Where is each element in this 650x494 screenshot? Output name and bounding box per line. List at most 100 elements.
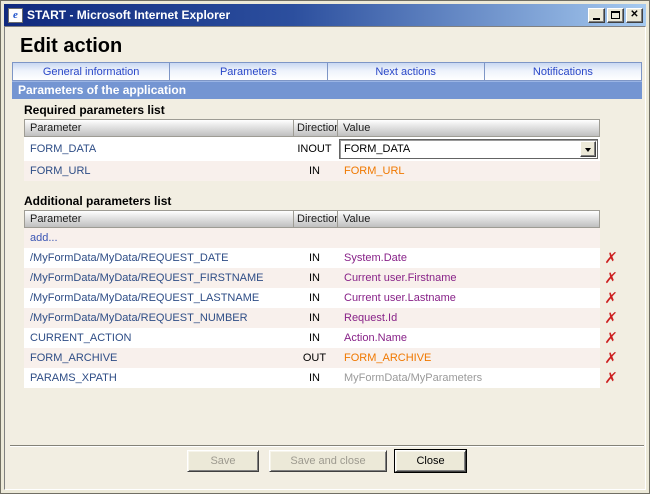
parameter-value: Current user.Lastname — [344, 292, 456, 304]
row-background: CURRENT_ACTIONIN Action.Name — [24, 328, 600, 348]
delete-parameter-icon[interactable]: ✗ — [599, 251, 623, 266]
table-header-row: ParameterDirectionValue — [24, 119, 600, 137]
parameter-direction: IN — [292, 312, 337, 324]
tab-notifications[interactable]: Notifications — [485, 63, 641, 80]
parameter-value-cell: FORM_ARCHIVE — [337, 352, 600, 364]
column-header-direction: Direction — [293, 211, 338, 227]
required-list-heading: Required parameters list — [24, 103, 165, 117]
table-row-myformdata-mydata-request-number: /MyFormData/MyData/REQUEST_NUMBERIN Reque… — [24, 308, 622, 328]
column-header-direction: Direction — [293, 120, 338, 136]
titlebar[interactable]: e START - Microsoft Internet Explorer ✕ — [4, 4, 646, 26]
parameter-value-cell: FORM_DATA — [337, 137, 600, 161]
page-title: Edit action — [20, 35, 122, 58]
parameter-name: PARAMS_XPATH — [24, 372, 292, 384]
row-background: FORM_ARCHIVEOUTFORM_ARCHIVE — [24, 348, 600, 368]
page-content: Edit action General informationParameter… — [4, 26, 646, 490]
close-window-button[interactable]: ✕ — [626, 8, 643, 23]
maximize-button[interactable] — [607, 8, 624, 23]
parameter-value: System.Date — [344, 252, 407, 264]
parameter-name: FORM_URL — [24, 165, 292, 177]
parameter-value-cell: Request.Id — [337, 312, 600, 324]
column-header-value: Value — [338, 211, 599, 227]
parameter-value: FORM_URL — [344, 165, 405, 177]
required-parameters-table: ParameterDirectionValueFORM_DATAINOUTFOR… — [24, 119, 622, 181]
browser-window: e START - Microsoft Internet Explorer ✕ … — [0, 0, 650, 494]
delete-parameter-icon[interactable]: ✗ — [599, 331, 623, 346]
parameter-value-cell: Current user.Lastname — [337, 292, 600, 304]
table-row-myformdata-mydata-request-firstname: /MyFormData/MyData/REQUEST_FIRSTNAMEIN Cu… — [24, 268, 622, 288]
ie-page-icon: e — [8, 8, 23, 23]
table-row-params-xpath: PARAMS_XPATHIN MyFormData/MyParameters ✗ — [24, 368, 622, 388]
parameter-value: Action.Name — [344, 332, 407, 344]
parameter-value-cell: MyFormData/MyParameters — [337, 372, 600, 384]
row-background: add... — [24, 228, 600, 248]
parameter-value-cell: System.Date — [337, 252, 600, 264]
row-background: /MyFormData/MyData/REQUEST_DATEIN System.… — [24, 248, 600, 268]
parameter-value-cell: Action.Name — [337, 332, 600, 344]
table-row-form-data: FORM_DATAINOUTFORM_DATA — [24, 137, 622, 161]
add-parameter-link[interactable]: add... — [24, 232, 58, 244]
parameter-direction: IN — [292, 372, 337, 384]
save-and-close-button[interactable]: Save and close — [269, 450, 387, 472]
parameter-value: Request.Id — [344, 312, 397, 324]
footer-divider — [10, 445, 644, 447]
parameter-direction: IN — [292, 332, 337, 344]
row-background: PARAMS_XPATHIN MyFormData/MyParameters — [24, 368, 600, 388]
section-header: Parameters of the application — [12, 81, 642, 99]
table-row-myformdata-mydata-request-date: /MyFormData/MyData/REQUEST_DATEIN System.… — [24, 248, 622, 268]
parameter-value-cell: FORM_URL — [337, 165, 600, 177]
maximize-icon — [611, 11, 620, 19]
delete-parameter-icon[interactable]: ✗ — [599, 311, 623, 326]
table-row-current-action: CURRENT_ACTIONIN Action.Name ✗ — [24, 328, 622, 348]
tab-parameters[interactable]: Parameters — [170, 63, 327, 80]
tab-general-information[interactable]: General information — [13, 63, 170, 80]
close-button[interactable]: Close — [395, 450, 466, 472]
add-parameter-row: add... — [24, 228, 622, 248]
dropdown-arrow-icon[interactable] — [580, 141, 596, 157]
parameter-direction: IN — [292, 272, 337, 284]
table-row-form-url: FORM_URLINFORM_URL — [24, 161, 622, 181]
delete-parameter-icon[interactable]: ✗ — [599, 371, 623, 386]
parameter-value: MyFormData/MyParameters — [344, 372, 482, 384]
minimize-button[interactable] — [588, 8, 605, 23]
window-title: START - Microsoft Internet Explorer — [27, 8, 588, 22]
row-background: FORM_DATAINOUTFORM_DATA — [24, 137, 600, 161]
parameter-name: /MyFormData/MyData/REQUEST_NUMBER — [24, 312, 292, 324]
parameter-direction: INOUT — [292, 143, 337, 155]
value-dropdown[interactable]: FORM_DATA — [339, 139, 598, 159]
column-header-parameter: Parameter — [25, 211, 293, 227]
table-header-row: ParameterDirectionValue — [24, 210, 600, 228]
additional-parameters-table: ParameterDirectionValue add... /MyFormData… — [24, 210, 622, 388]
row-background: FORM_URLINFORM_URL — [24, 161, 600, 181]
parameter-direction: OUT — [292, 352, 337, 364]
tab-bar: General informationParametersNext action… — [12, 62, 642, 81]
tab-next-actions[interactable]: Next actions — [328, 63, 485, 80]
column-header-parameter: Parameter — [25, 120, 293, 136]
close-icon: ✕ — [630, 10, 638, 20]
column-header-value: Value — [338, 120, 599, 136]
row-background: /MyFormData/MyData/REQUEST_NUMBERIN Reque… — [24, 308, 600, 328]
parameter-name: FORM_ARCHIVE — [24, 352, 292, 364]
parameter-direction: IN — [292, 292, 337, 304]
row-background: /MyFormData/MyData/REQUEST_LASTNAMEIN Cur… — [24, 288, 600, 308]
parameter-value: FORM_ARCHIVE — [344, 352, 431, 364]
delete-parameter-icon[interactable]: ✗ — [599, 351, 623, 366]
dropdown-selected-value: FORM_DATA — [340, 143, 580, 155]
window-controls: ✕ — [588, 8, 643, 23]
parameter-name: CURRENT_ACTION — [24, 332, 292, 344]
parameter-name: FORM_DATA — [24, 143, 292, 155]
delete-parameter-icon[interactable]: ✗ — [599, 291, 623, 306]
row-background: /MyFormData/MyData/REQUEST_FIRSTNAMEIN Cu… — [24, 268, 600, 288]
parameter-direction: IN — [292, 252, 337, 264]
parameter-direction: IN — [292, 165, 337, 177]
delete-parameter-icon[interactable]: ✗ — [599, 271, 623, 286]
additional-list-heading: Additional parameters list — [24, 194, 171, 208]
parameter-name: /MyFormData/MyData/REQUEST_DATE — [24, 252, 292, 264]
parameter-value: Current user.Firstname — [344, 272, 456, 284]
parameter-name: /MyFormData/MyData/REQUEST_LASTNAME — [24, 292, 292, 304]
parameter-value-cell: Current user.Firstname — [337, 272, 600, 284]
minimize-icon — [593, 18, 600, 20]
save-button[interactable]: Save — [187, 450, 259, 472]
table-row-form-archive: FORM_ARCHIVEOUTFORM_ARCHIVE✗ — [24, 348, 622, 368]
parameter-name: /MyFormData/MyData/REQUEST_FIRSTNAME — [24, 272, 292, 284]
